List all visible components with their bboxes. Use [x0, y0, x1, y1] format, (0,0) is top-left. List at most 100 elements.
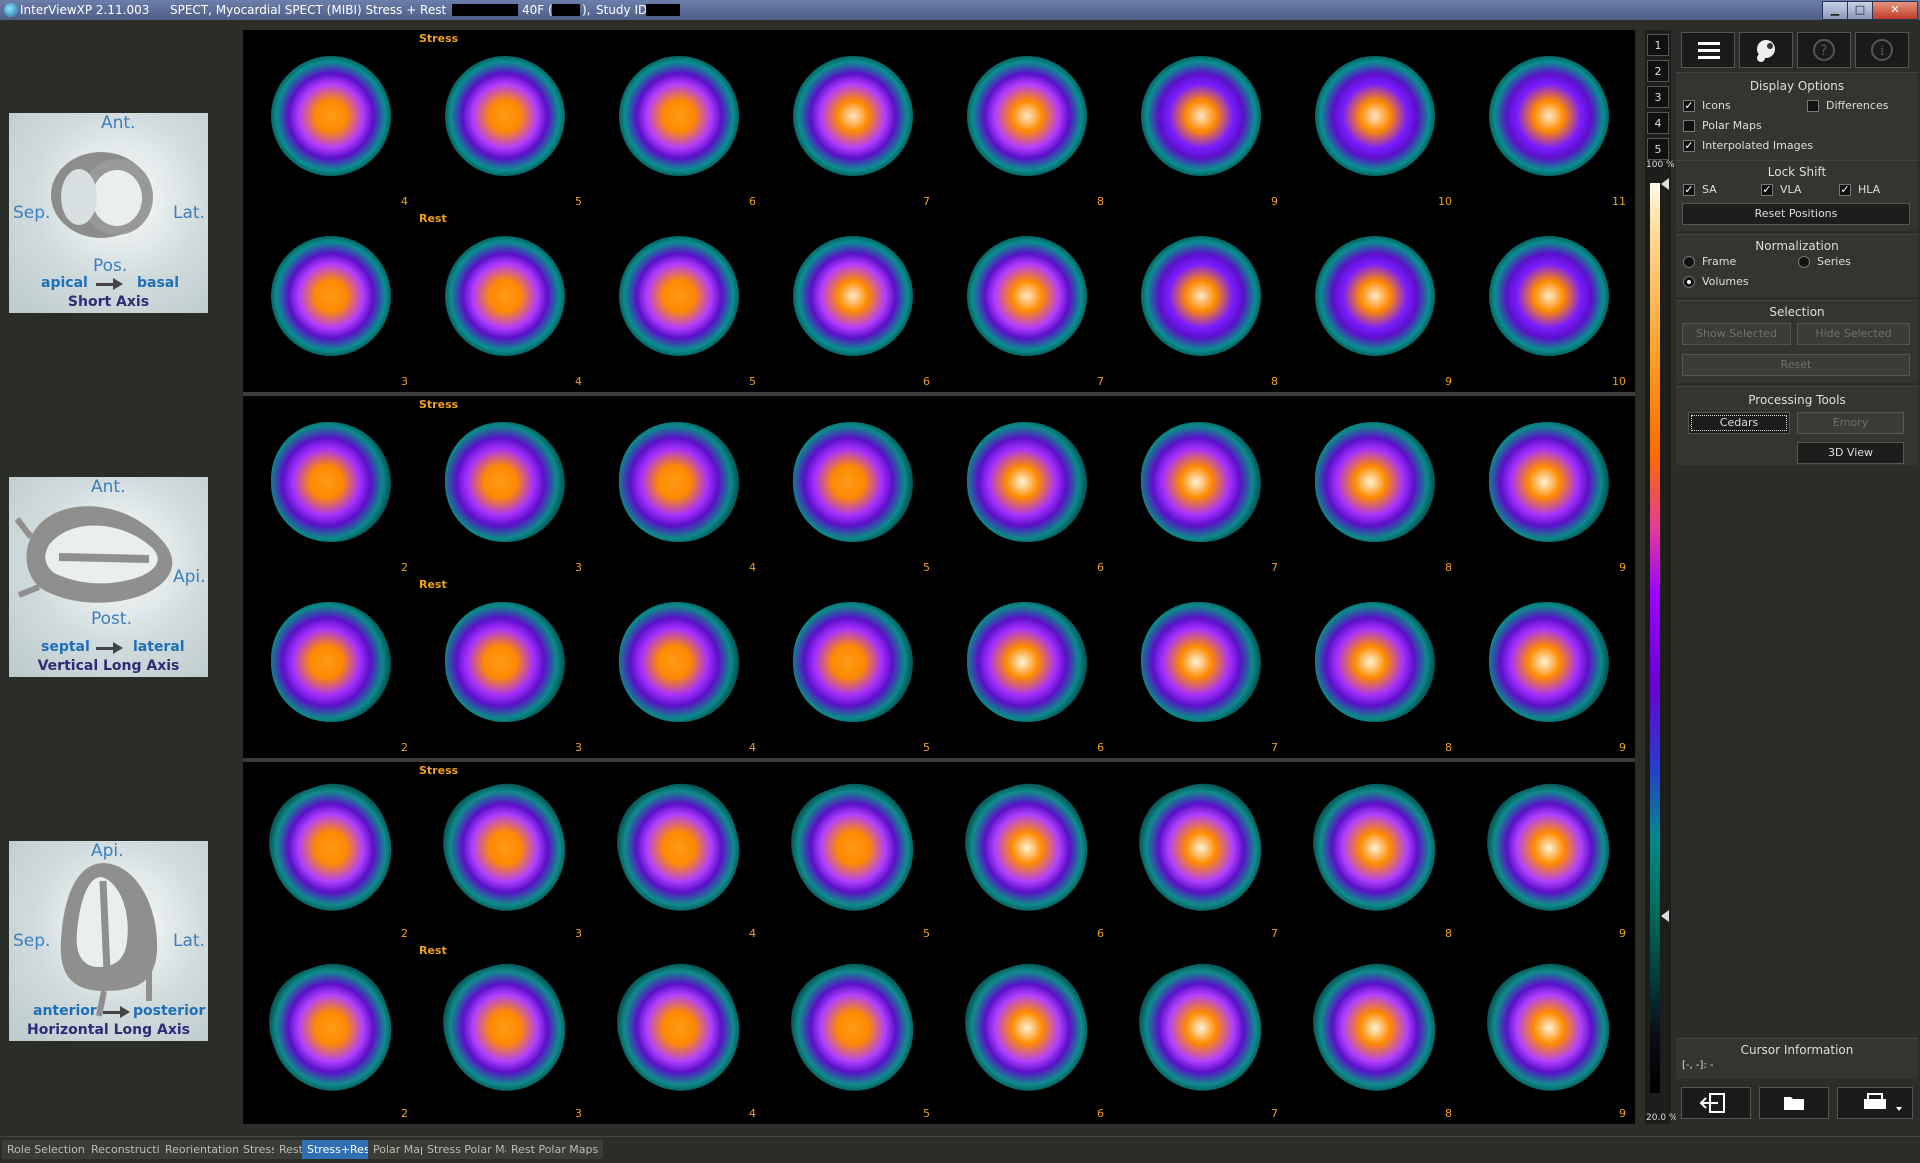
- slice-image[interactable]: 9: [1461, 576, 1634, 756]
- slice-image[interactable]: 4: [417, 210, 590, 390]
- upper-threshold-slider[interactable]: [1661, 178, 1669, 190]
- page-button[interactable]: 2: [1647, 60, 1669, 82]
- tab-rest-polar-maps[interactable]: Rest Polar Maps: [506, 1140, 604, 1159]
- slice-number: 10: [1612, 375, 1626, 388]
- slice-image[interactable]: 7: [1113, 762, 1286, 942]
- normalization-section: Normalization Frame Series Volumes: [1676, 234, 1918, 297]
- slice-image[interactable]: 10: [1461, 210, 1634, 390]
- slice-image[interactable]: 8: [1287, 942, 1460, 1122]
- slice-number: 4: [749, 1107, 756, 1120]
- page-button[interactable]: 1: [1647, 34, 1669, 56]
- print-button[interactable]: [1837, 1087, 1913, 1119]
- sa-lock-checkbox[interactable]: ✓: [1683, 184, 1695, 196]
- maximize-button[interactable]: □: [1847, 1, 1873, 20]
- slice-image[interactable]: 7: [1113, 576, 1286, 756]
- minimize-button[interactable]: ▁: [1822, 1, 1848, 20]
- slice-image[interactable]: 2: [243, 576, 416, 756]
- volumes-radio[interactable]: [1683, 276, 1695, 288]
- slice-number: 3: [575, 741, 582, 754]
- slice-image[interactable]: 6: [939, 942, 1112, 1122]
- perfusion-image: [254, 769, 408, 927]
- slice-number: 4: [401, 195, 408, 208]
- slice-image[interactable]: 8: [1287, 762, 1460, 942]
- slice-image[interactable]: 4: [591, 396, 764, 576]
- icons-checkbox[interactable]: ✓: [1683, 100, 1695, 112]
- slice-image[interactable]: 2: [243, 942, 416, 1122]
- slice-image[interactable]: 3: [417, 396, 590, 576]
- hide-selected-button[interactable]: Hide Selected: [1797, 323, 1910, 345]
- slice-image[interactable]: 6: [939, 762, 1112, 942]
- slice-image[interactable]: 8: [1113, 210, 1286, 390]
- slice-number: 2: [401, 1107, 408, 1120]
- slice-number: 9: [1619, 927, 1626, 940]
- slice-image[interactable]: 5: [765, 942, 938, 1122]
- slice-image[interactable]: 9: [1287, 210, 1460, 390]
- hla-lock-checkbox[interactable]: ✓: [1839, 184, 1851, 196]
- 3d-view-button[interactable]: 3D View: [1797, 442, 1904, 464]
- slice-image[interactable]: 9: [1461, 396, 1634, 576]
- series-radio[interactable]: [1798, 256, 1810, 268]
- open-folder-button[interactable]: [1759, 1087, 1829, 1119]
- slice-image[interactable]: 10: [1287, 30, 1460, 210]
- slice-image[interactable]: 7: [939, 210, 1112, 390]
- perfusion-image: [793, 236, 913, 356]
- palette-button[interactable]: [1739, 32, 1793, 68]
- frame-radio[interactable]: [1683, 256, 1695, 268]
- slice-image[interactable]: 6: [591, 30, 764, 210]
- slice-image[interactable]: 7: [1113, 942, 1286, 1122]
- slice-image[interactable]: 4: [591, 576, 764, 756]
- lower-threshold-slider[interactable]: [1661, 910, 1669, 922]
- info-button[interactable]: i: [1855, 32, 1909, 68]
- slice-image[interactable]: 8: [939, 30, 1112, 210]
- vla-lock-checkbox[interactable]: ✓: [1761, 184, 1773, 196]
- polar-maps-checkbox[interactable]: [1683, 120, 1695, 132]
- tab-reorientation[interactable]: Reorientation: [160, 1140, 245, 1159]
- slice-image[interactable]: 6: [939, 396, 1112, 576]
- slice-image[interactable]: 9: [1461, 762, 1634, 942]
- slice-image[interactable]: 4: [243, 30, 416, 210]
- slice-image[interactable]: 5: [765, 396, 938, 576]
- slice-image[interactable]: 11: [1461, 30, 1634, 210]
- legend-to-label: posterior: [133, 1003, 206, 1019]
- help-button[interactable]: ?: [1797, 32, 1851, 68]
- slice-image[interactable]: 3: [417, 576, 590, 756]
- slice-image[interactable]: 9: [1113, 30, 1286, 210]
- image-viewer[interactable]: Stress 4 5 6 7 8 9 10 11 Rest 3 4 5 6 7 8 9 10 Stress 2 3 4 5 6…: [243, 30, 1635, 1124]
- vla-lock-label: VLA: [1780, 183, 1802, 196]
- tab-role-selection[interactable]: Role Selection: [2, 1140, 90, 1159]
- slice-image[interactable]: 9: [1461, 942, 1634, 1122]
- page-button[interactable]: 3: [1647, 86, 1669, 108]
- slice-image[interactable]: 3: [417, 942, 590, 1122]
- reset-positions-button[interactable]: Reset Positions: [1682, 203, 1910, 225]
- slice-image[interactable]: 2: [243, 396, 416, 576]
- slice-image[interactable]: 5: [591, 210, 764, 390]
- menu-button[interactable]: [1681, 32, 1735, 68]
- slice-image[interactable]: 5: [765, 762, 938, 942]
- slice-image[interactable]: 8: [1287, 396, 1460, 576]
- slice-image[interactable]: 2: [243, 762, 416, 942]
- interpolated-images-checkbox[interactable]: ✓: [1683, 140, 1695, 152]
- slice-image[interactable]: 7: [1113, 396, 1286, 576]
- slice-image[interactable]: 6: [765, 210, 938, 390]
- slice-image[interactable]: 3: [243, 210, 416, 390]
- reset-selection-button[interactable]: Reset: [1682, 354, 1910, 376]
- close-button[interactable]: ✕: [1872, 1, 1918, 20]
- slice-image[interactable]: 6: [939, 576, 1112, 756]
- slice-image[interactable]: 8: [1287, 576, 1460, 756]
- lock-shift-section: Lock Shift ✓ SA ✓ VLA ✓ HLA Reset Positi…: [1676, 160, 1918, 231]
- perfusion-image: [1315, 602, 1435, 722]
- differences-checkbox[interactable]: [1807, 100, 1819, 112]
- show-selected-button[interactable]: Show Selected: [1682, 323, 1791, 345]
- slice-image[interactable]: 4: [591, 942, 764, 1122]
- slice-image[interactable]: 5: [417, 30, 590, 210]
- slice-image[interactable]: 7: [765, 30, 938, 210]
- page-button[interactable]: 4: [1647, 112, 1669, 134]
- slice-image[interactable]: 4: [591, 762, 764, 942]
- slice-image[interactable]: 3: [417, 762, 590, 942]
- cedars-button[interactable]: Cedars: [1688, 412, 1790, 434]
- exit-button[interactable]: [1681, 1087, 1751, 1119]
- slice-image[interactable]: 5: [765, 576, 938, 756]
- emory-button[interactable]: Emory: [1797, 412, 1904, 434]
- page-button[interactable]: 5: [1647, 138, 1669, 160]
- perfusion-image: [619, 56, 739, 176]
